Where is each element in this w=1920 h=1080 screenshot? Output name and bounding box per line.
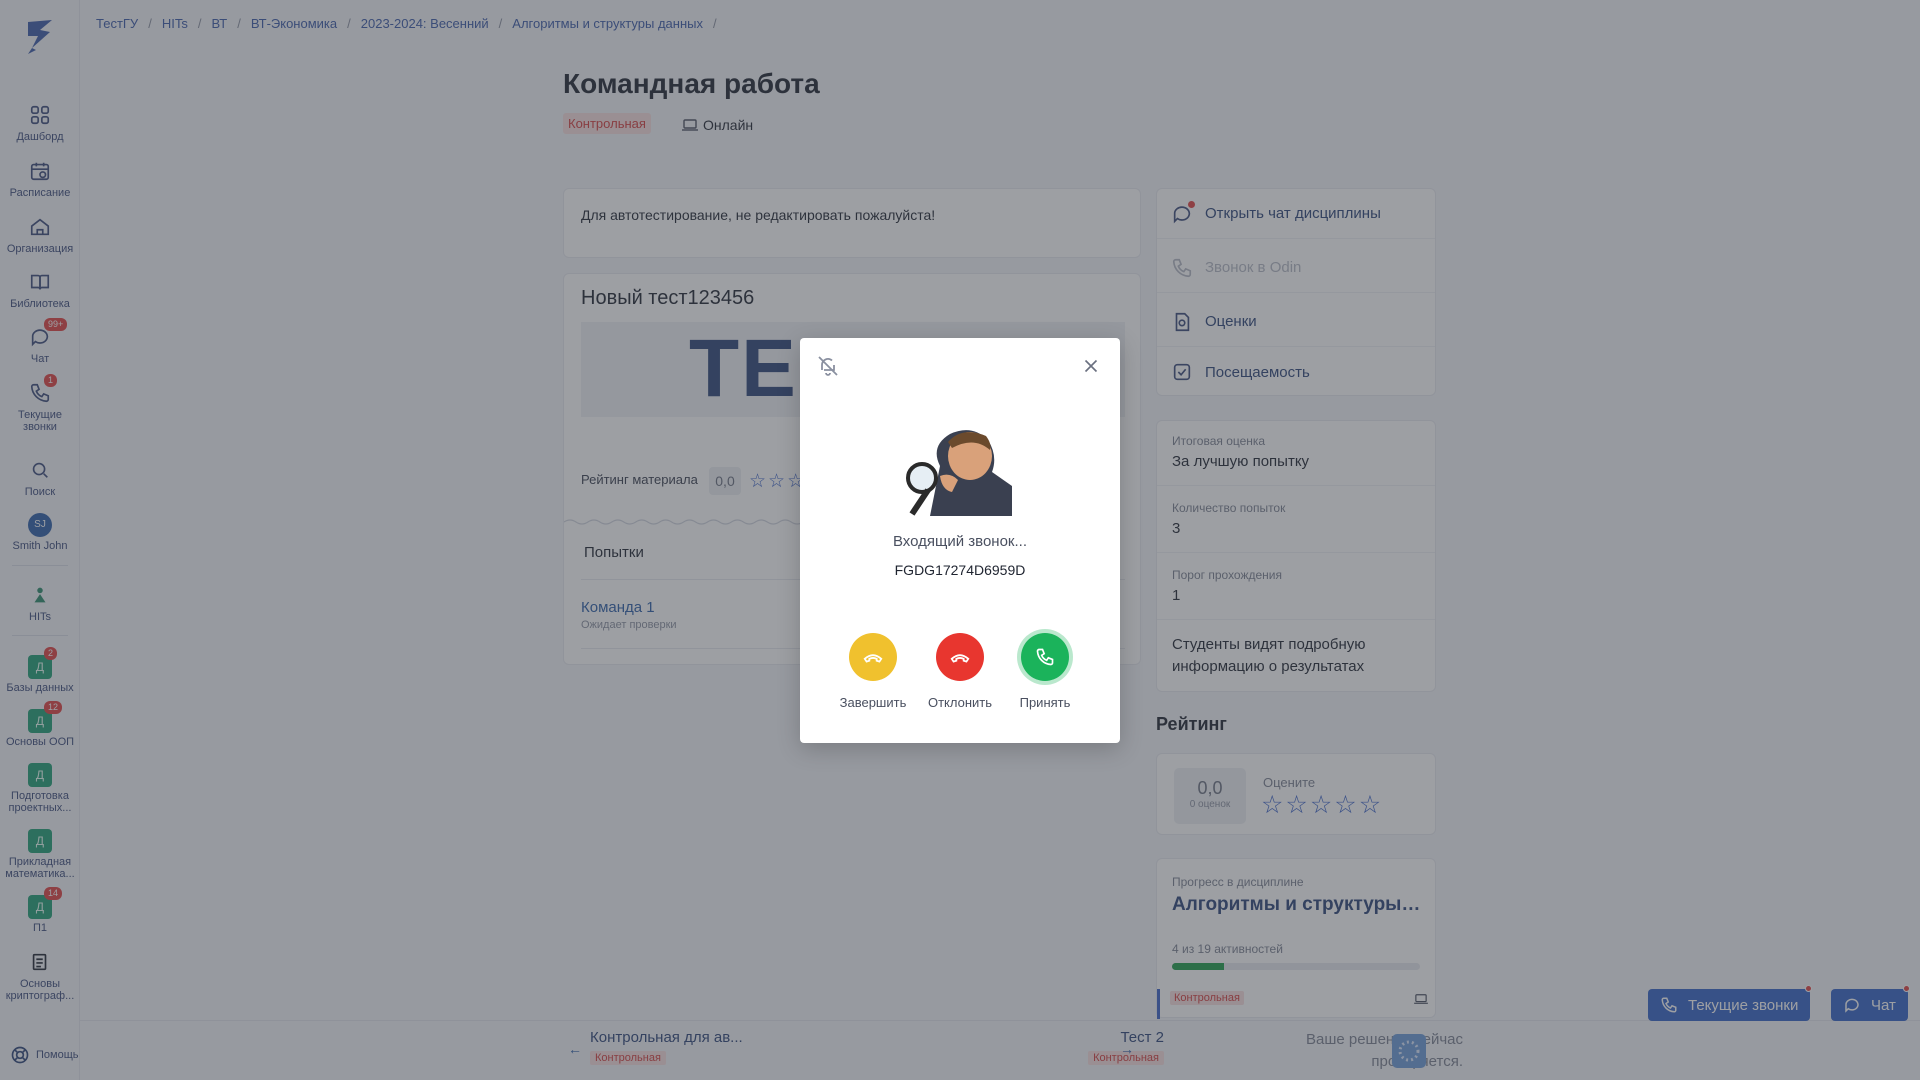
hang-up-icon <box>863 654 883 663</box>
end-call-button[interactable]: Завершить <box>828 633 918 710</box>
decline-call-label: Отклонить <box>927 695 993 710</box>
bell-off-icon[interactable] <box>816 354 840 378</box>
call-status: Входящий звонок... <box>892 533 1028 550</box>
caller-id: FGDG17274D6959D <box>894 562 1026 578</box>
accept-call-button[interactable]: Принять <box>1000 633 1090 710</box>
close-icon[interactable] <box>1080 355 1102 377</box>
caller-avatar <box>900 406 1012 516</box>
decline-call-button[interactable]: Отклонить <box>915 633 1005 710</box>
accept-call-label: Принять <box>1019 695 1071 710</box>
end-call-label: Завершить <box>839 695 907 710</box>
phone-icon <box>1036 648 1054 666</box>
hang-up-icon <box>950 654 970 663</box>
incoming-call-dialog: Входящий звонок... FGDG17274D6959D Завер… <box>800 338 1120 743</box>
